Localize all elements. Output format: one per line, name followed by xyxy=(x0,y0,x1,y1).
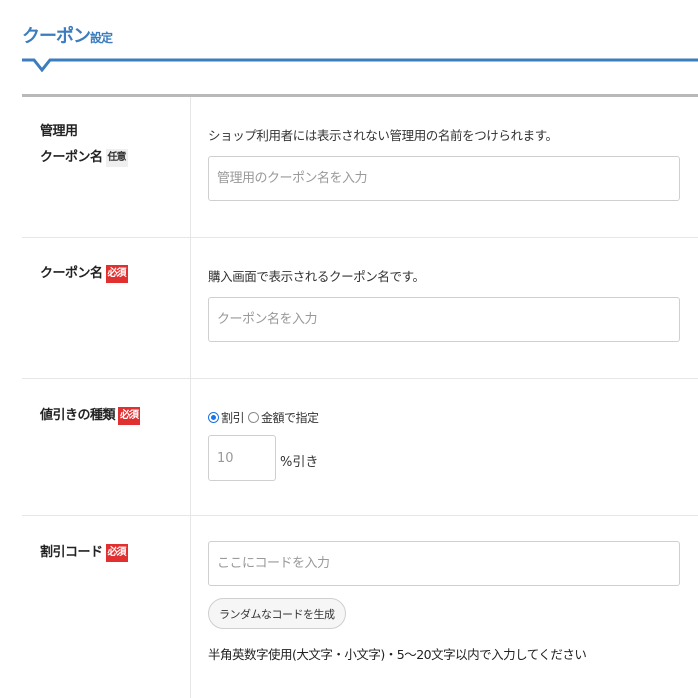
coupon-settings-page: クーポン 設定 管理用 クーポン名 任意 ショップ利用者には表示されない管理用の名… xyxy=(0,0,698,698)
required-badge: 必須 xyxy=(105,264,128,283)
discount-unit: %引き xyxy=(280,455,319,470)
section-title-sub: 設定 xyxy=(90,31,113,45)
coupon-name-description: 購入画面で表示されるクーポン名です。 xyxy=(208,269,425,284)
coupon-name-label-text: クーポン名 xyxy=(40,266,103,281)
management-name-label: 管理用 クーポン名 任意 xyxy=(40,119,128,171)
optional-badge: 任意 xyxy=(105,148,128,167)
discount-code-help-text: 半角英数字使用(大文字・小文字)・5〜20文字以内で入力してください xyxy=(208,647,587,662)
row-discount-type: 値引きの種類必須 割引 金額で指定 %引き xyxy=(22,379,698,516)
radio-percent-label[interactable]: 割引 xyxy=(221,409,245,426)
discount-type-label-text: 値引きの種類 xyxy=(40,408,116,423)
row-discount-code: 割引コード必須 ランダムなコードを生成 半角英数字使用(大文字・小文字)・5〜2… xyxy=(22,516,698,698)
radio-amount-label[interactable]: 金額で指定 xyxy=(261,409,319,426)
discount-code-label: 割引コード 必須 xyxy=(40,540,128,566)
row-coupon-name: クーポン名 必須 購入画面で表示されるクーポン名です。 xyxy=(22,238,698,379)
section-title-main: クーポン xyxy=(22,26,91,47)
row-management-name: 管理用 クーポン名 任意 ショップ利用者には表示されない管理用の名前をつけられます… xyxy=(22,97,698,238)
required-badge: 必須 xyxy=(118,406,141,425)
radio-percent[interactable] xyxy=(208,412,219,423)
coupon-name-label: クーポン名 必須 xyxy=(40,261,128,287)
label-line-2: クーポン名 xyxy=(40,150,103,165)
label-line-1: 管理用 xyxy=(40,124,78,139)
required-badge: 必須 xyxy=(105,543,128,562)
coupon-name-input[interactable] xyxy=(208,297,680,342)
discount-type-radio-group: 割引 金額で指定 xyxy=(208,409,323,426)
section-title: クーポン 設定 xyxy=(22,22,113,48)
discount-amount-input[interactable] xyxy=(208,435,276,481)
discount-type-label: 値引きの種類 必須 xyxy=(40,403,141,429)
management-name-input[interactable] xyxy=(208,156,680,201)
discount-code-input[interactable] xyxy=(208,541,680,586)
radio-amount[interactable] xyxy=(248,412,260,423)
title-underline xyxy=(22,58,698,72)
management-name-description: ショップ利用者には表示されない管理用の名前をつけられます。 xyxy=(208,128,558,143)
generate-code-button[interactable]: ランダムなコードを生成 xyxy=(208,598,346,629)
discount-code-label-text: 割引コード xyxy=(40,545,103,560)
